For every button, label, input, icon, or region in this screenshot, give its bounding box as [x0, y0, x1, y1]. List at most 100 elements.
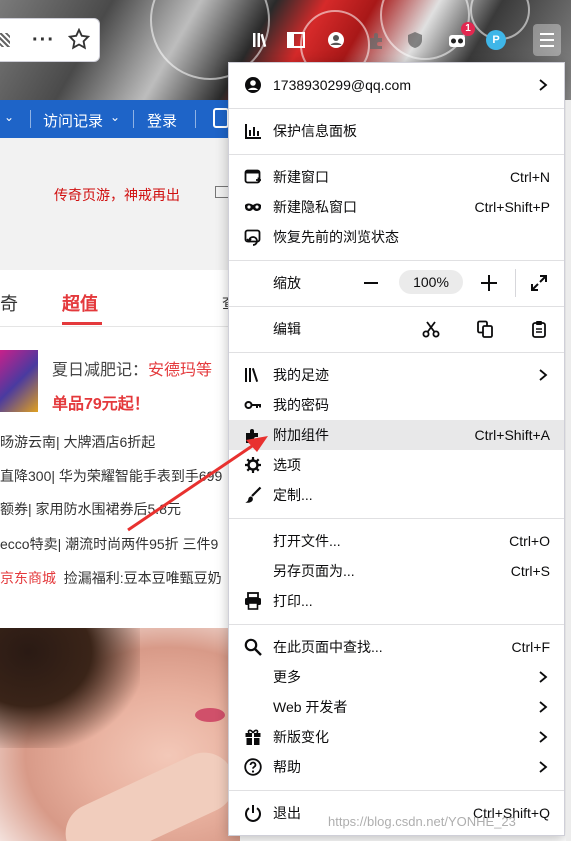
shield-extension-icon[interactable] [400, 22, 430, 58]
menu-shortcut: Ctrl+F [511, 639, 551, 655]
banner-photo[interactable] [0, 628, 240, 841]
news-link[interactable]: 额券| 家用防水围裙券后5.8元 [0, 499, 240, 519]
app-icon[interactable] [213, 108, 229, 128]
plus-icon [481, 275, 497, 291]
bookmark-star-icon[interactable] [67, 27, 91, 55]
account-email: 1738930299@qq.com [273, 77, 411, 93]
store-name: 京东商城 [0, 570, 56, 586]
zoom-in-button[interactable] [477, 271, 501, 295]
menu-item-help[interactable]: 帮助 [229, 752, 564, 782]
promo-subtitle[interactable]: 单品79元起！ [52, 390, 150, 414]
cut-button[interactable] [419, 317, 443, 341]
nav-divider [133, 110, 134, 128]
page-actions-icon[interactable]: ··· [32, 29, 55, 52]
menu-item-restore-session[interactable]: 恢复先前的浏览状态 [229, 222, 564, 252]
watermark: https://blog.csdn.net/YONHE_23 [328, 814, 516, 829]
url-bar[interactable]: ··· [0, 18, 100, 62]
menu-separator [229, 352, 564, 353]
menu-label: 我的密码 [273, 397, 329, 413]
menu-label: 退出 [273, 805, 301, 821]
scissors-icon [422, 321, 440, 338]
chevron-right-icon [539, 671, 548, 683]
menu-label: 恢复先前的浏览状态 [273, 229, 399, 245]
menu-item-library[interactable]: 我的足迹 [229, 360, 564, 390]
menu-item-account[interactable]: 1738930299@qq.com [229, 70, 564, 100]
power-icon [243, 803, 263, 823]
news-link[interactable]: 京东商城 捡漏福利:豆本豆唯甄豆奶 [0, 568, 240, 588]
menu-label: 更多 [273, 669, 301, 685]
menu-item-find[interactable]: 在此页面中查找... Ctrl+F [229, 632, 564, 662]
menu-item-save-page[interactable]: 另存页面为... Ctrl+S [229, 556, 564, 586]
hamburger-menu-button[interactable] [533, 24, 561, 56]
menu-item-addons[interactable]: 附加组件 Ctrl+Shift+A [229, 420, 564, 450]
menu-item-open-file[interactable]: 打开文件... Ctrl+O [229, 526, 564, 556]
chevron-right-icon [539, 369, 548, 381]
hamburger-icon [540, 33, 554, 47]
copy-button[interactable] [473, 317, 497, 341]
zoom-divider [515, 269, 516, 297]
news-link[interactable]: ecco特卖| 潮流时尚两件95折 三件9 [0, 534, 240, 554]
menu-label: 新版变化 [273, 729, 329, 745]
ad-slogan[interactable]: 传奇页游，神戒再出 [54, 185, 180, 205]
news-link[interactable]: 直降300| 华为荣耀智能手表到手699 [0, 466, 240, 486]
nav-login-link[interactable]: 登录 [147, 110, 177, 131]
promo-title-highlight: 安德玛等 [148, 362, 213, 379]
zoom-out-button[interactable] [359, 271, 383, 295]
nav-divider [195, 110, 196, 128]
chevron-down-icon[interactable]: ⌄ [110, 110, 120, 124]
app-menu-panel: 1738930299@qq.com 保护信息面板 新建窗口 Ctrl+N 新建隐… [228, 62, 565, 836]
zoom-reset-button[interactable]: 100% [399, 270, 463, 294]
category-tabs [0, 285, 240, 327]
gear-icon [243, 455, 263, 475]
profile-avatar[interactable]: P [486, 30, 506, 50]
minus-icon [364, 282, 378, 284]
menu-separator [229, 624, 564, 625]
menu-label: 新建窗口 [273, 169, 329, 185]
clipboard-icon [532, 321, 546, 338]
page-scrollbar[interactable] [566, 100, 571, 841]
chevron-down-icon[interactable]: ⌄ [4, 110, 14, 124]
fullscreen-button[interactable] [527, 271, 551, 295]
menu-shortcut: Ctrl+Shift+A [474, 427, 550, 443]
news-link[interactable]: 旸游云南| 大牌酒店6折起 [0, 432, 240, 452]
sidebar-icon[interactable] [281, 22, 311, 58]
menu-item-more[interactable]: 更多 [229, 662, 564, 692]
menu-shortcut: Ctrl+S [510, 563, 550, 579]
private-mask-icon [243, 197, 263, 217]
library-icon [243, 365, 263, 385]
library-icon[interactable] [246, 22, 276, 58]
nav-history-link[interactable]: 访问记录 [43, 110, 103, 131]
menu-label: 保护信息面板 [273, 123, 357, 139]
menu-item-customize[interactable]: 定制... [229, 480, 564, 510]
menu-label: 我的足迹 [273, 367, 329, 383]
menu-label: 在此页面中查找... [273, 639, 383, 655]
menu-item-protections[interactable]: 保护信息面板 [229, 116, 564, 146]
menu-item-edit: 编辑 [229, 314, 564, 344]
paste-button[interactable] [527, 317, 551, 341]
restore-session-icon [243, 227, 263, 247]
chevron-right-icon [539, 731, 548, 743]
menu-label: 帮助 [273, 759, 301, 775]
menu-label: 新建隐私窗口 [273, 199, 357, 215]
menu-item-print[interactable]: 打印... [229, 586, 564, 616]
account-icon[interactable] [321, 22, 351, 58]
menu-item-whats-new[interactable]: 新版变化 [229, 722, 564, 752]
menu-item-logins[interactable]: 我的密码 [229, 390, 564, 420]
promo-thumbnail[interactable] [0, 350, 38, 412]
menu-label: 附加组件 [273, 427, 329, 443]
menu-item-new-private-window[interactable]: 新建隐私窗口 Ctrl+Shift+P [229, 192, 564, 222]
notification-badge: 1 [461, 22, 475, 36]
copy-icon [477, 320, 493, 338]
promo-title[interactable]: 夏日减肥记：安德玛等 [52, 356, 212, 380]
tab-partial[interactable]: 奇 [0, 290, 18, 316]
chevron-right-icon [539, 701, 548, 713]
menu-shortcut: Ctrl+N [509, 169, 550, 185]
extension-icon[interactable] [361, 22, 391, 58]
menu-item-new-window[interactable]: 新建窗口 Ctrl+N [229, 162, 564, 192]
nav-divider [30, 110, 31, 128]
menu-item-options[interactable]: 选项 [229, 450, 564, 480]
menu-item-web-developer[interactable]: Web 开发者 [229, 692, 564, 722]
menu-shortcut: Ctrl+O [509, 533, 550, 549]
tab-deals[interactable]: 超值 [62, 290, 98, 316]
search-icon [243, 637, 263, 657]
